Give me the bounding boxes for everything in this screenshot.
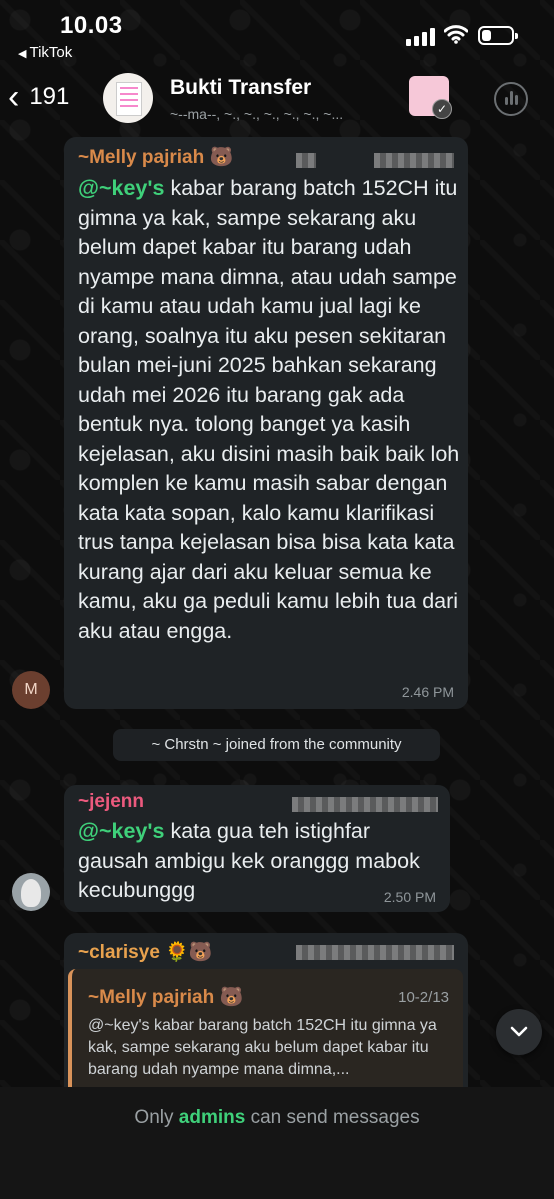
- notice-prefix: Only: [134, 1107, 179, 1128]
- audio-call-icon[interactable]: [494, 82, 528, 116]
- redacted-phone: [292, 797, 438, 812]
- battery-icon: [478, 26, 518, 45]
- message-sender[interactable]: ~clarisye 🌻🐻: [78, 940, 212, 964]
- message-body: kabar barang batch 152CH itu gimna ya ka…: [78, 176, 460, 643]
- unread-count: 191: [29, 83, 70, 110]
- message-time: 2.50 PM: [383, 889, 436, 905]
- back-app-label: TikTok: [29, 44, 73, 61]
- status-time: 10.03: [60, 12, 123, 39]
- message-time: 2.46 PM: [401, 684, 454, 700]
- group-members[interactable]: ~--ma--, ~., ~., ~., ~., ~., ~...: [170, 106, 405, 122]
- group-sticker-avatar[interactable]: ✓: [409, 76, 452, 119]
- quoted-reply[interactable]: ~Melly pajriah 🐻 10-2/13 @~key's kabar b…: [68, 969, 463, 1099]
- message-sender[interactable]: ~Melly pajriah 🐻: [78, 145, 233, 169]
- mention[interactable]: @~key's: [78, 819, 164, 843]
- mention[interactable]: @~key's: [78, 176, 164, 200]
- group-name[interactable]: Bukti Transfer: [170, 76, 311, 100]
- notice-suffix: can send messages: [245, 1107, 420, 1128]
- message-bubble[interactable]: ~jejenn @~key's kata gua teh istighfar g…: [64, 785, 450, 912]
- check-icon: ✓: [432, 99, 452, 119]
- status-bar: 10.03 ◀ TikTok: [0, 0, 554, 64]
- message-bubble[interactable]: ~clarisye 🌻🐻 ~Melly pajriah 🐻 10-2/13 @~…: [64, 933, 468, 1103]
- avatar[interactable]: [12, 873, 50, 911]
- scroll-down-button[interactable]: [496, 1009, 542, 1055]
- chat-header: ‹ 191 Bukti Transfer ~--ma--, ~., ~., ~.…: [0, 64, 554, 130]
- admins-link[interactable]: admins: [179, 1107, 246, 1128]
- redacted-phone: [296, 945, 454, 960]
- composer-restricted-bar: Only admins can send messages: [0, 1087, 554, 1199]
- message-bubble[interactable]: ~Melly pajriah 🐻 @~key's kabar barang ba…: [64, 137, 468, 709]
- signal-icon: [406, 28, 436, 46]
- back-button[interactable]: ‹ 191: [8, 76, 69, 118]
- back-chevron-icon: ‹: [8, 78, 20, 116]
- scroll-down-icon: [510, 1026, 528, 1037]
- back-triangle-icon: ◀: [18, 48, 27, 60]
- redacted-phone: [374, 153, 454, 168]
- message-sender[interactable]: ~jejenn: [78, 791, 144, 813]
- quoted-sender: ~Melly pajriah 🐻: [88, 987, 244, 1008]
- wifi-icon: [443, 24, 469, 49]
- back-to-app-link[interactable]: ◀ TikTok: [18, 44, 72, 61]
- system-message: ~ Chrstn ~ joined from the community: [113, 729, 440, 761]
- group-avatar[interactable]: [103, 73, 153, 123]
- quoted-text: @~key's kabar barang batch 152CH itu gim…: [88, 1017, 437, 1078]
- avatar[interactable]: M: [12, 671, 50, 709]
- quoted-date: 10-2/13: [398, 989, 449, 1006]
- admins-only-notice: Only admins can send messages: [0, 1107, 554, 1129]
- redacted-phone: [296, 153, 316, 168]
- message-text: @~key's kabar barang batch 152CH itu gim…: [78, 174, 460, 646]
